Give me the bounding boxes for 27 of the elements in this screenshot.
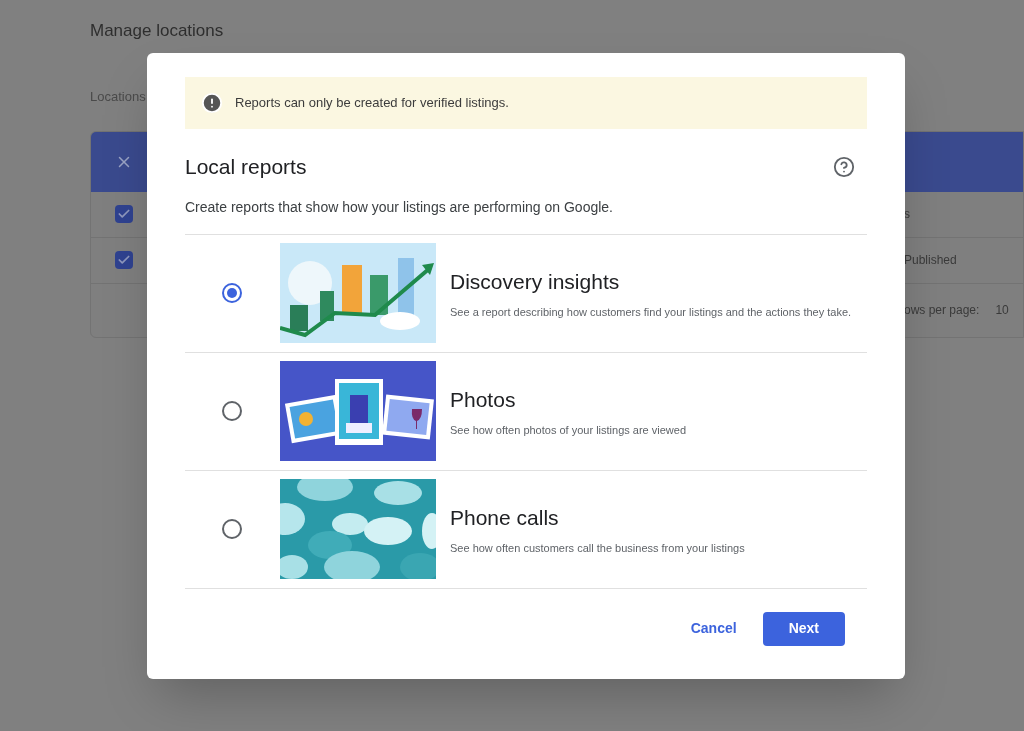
help-icon[interactable] [833, 155, 855, 178]
page-title: Manage locations [90, 20, 225, 42]
row-checkbox[interactable] [115, 251, 133, 269]
banner-text: Reports can only be created for verified listings. [235, 94, 509, 113]
option-title: Discovery insights [450, 269, 620, 295]
dialog-title: Local reports [185, 154, 307, 180]
rows-per-page-label: ows per page: [904, 302, 980, 319]
option-description: See how often photos of your listings are viewed [450, 422, 687, 438]
report-option[interactable]: Photos See how often photos of your listings are viewed [185, 352, 867, 471]
report-option[interactable]: Discovery insights See a report describing how customers find your listings and the actions they take. [185, 234, 867, 353]
option-title: Phone calls [450, 505, 559, 531]
report-option[interactable]: Phone calls See how often customers call the business from your listings [185, 470, 867, 589]
warning-icon [201, 92, 223, 114]
table-cell-text: Published [904, 252, 958, 269]
dialog-description: Create reports that show how your listings are performing on Google. [185, 197, 614, 217]
radio-button[interactable] [222, 519, 242, 539]
option-description: See a report describing how customers find your listings and the actions they take. [450, 304, 852, 320]
table-cell-text: s [904, 206, 911, 223]
option-description: See how often customers call the business from your listings [450, 540, 745, 556]
option-title: Photos [450, 387, 516, 413]
radio-button[interactable] [222, 401, 242, 421]
cancel-button[interactable]: Cancel [680, 611, 747, 646]
radio-button[interactable] [222, 283, 242, 303]
next-button[interactable]: Next [762, 611, 845, 646]
check-icon [117, 207, 131, 221]
row-checkbox[interactable] [115, 205, 133, 223]
check-icon [117, 253, 131, 267]
